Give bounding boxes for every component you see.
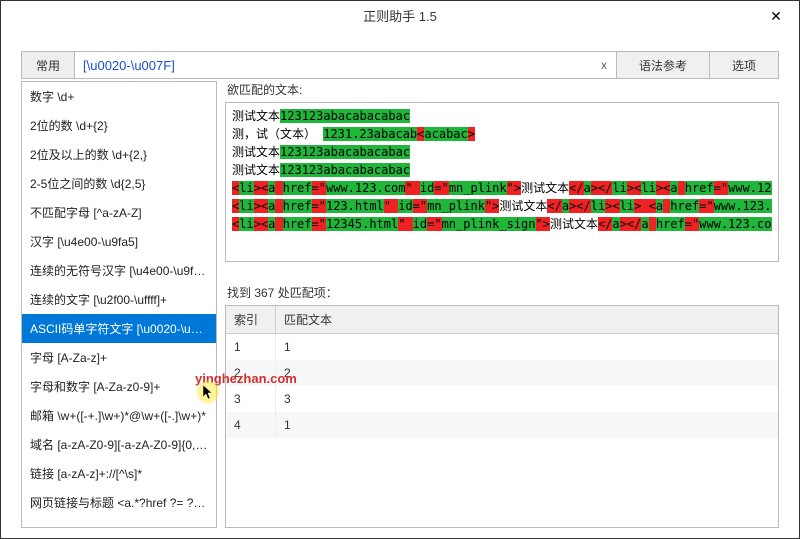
window-title: 正则助手 1.5: [363, 6, 437, 25]
text-line: 测试文本123123abacabacabac: [232, 143, 772, 161]
sidebar-item[interactable]: 字母和数字 [A-Za-z0-9]+: [22, 372, 216, 401]
sidebar-item[interactable]: 2-5位之间的数 \d{2,5}: [22, 169, 216, 198]
text-section-label: 欲匹配的文本:: [227, 81, 779, 98]
col-content: 匹配文本: [276, 306, 778, 333]
matches-count-label: 找到 367 处匹配项：: [227, 284, 779, 301]
sidebar-item[interactable]: ASCII码单字符文字 [\u0020-\u007F]: [22, 314, 216, 343]
sidebar-item[interactable]: 网页链接与标题 <a.*?href ?= ?["'](\S: [22, 488, 216, 517]
sidebar-item[interactable]: 域名 [a-zA-Z0-9][-a-zA-Z0-9]{0,62}(\.: [22, 430, 216, 459]
sidebar-item[interactable]: 不匹配字母 [^a-zA-Z]: [22, 198, 216, 227]
table-row[interactable]: 33: [226, 386, 778, 412]
main-row: 数字 \d+2位的数 \d+{2}2位及以上的数 \d+{2,}2-5位之间的数…: [21, 81, 779, 528]
matches-section: 找到 367 处匹配项： 索引 匹配文本 11223341: [225, 284, 779, 528]
pattern-sidebar[interactable]: 数字 \d+2位的数 \d+{2}2位及以上的数 \d+{2,}2-5位之间的数…: [21, 81, 217, 528]
content-area: 常用 x 语法参考 选项 数字 \d+2位的数 \d+{2}2位及以上的数 \d…: [1, 31, 799, 538]
col-index: 索引: [226, 306, 276, 333]
table-row[interactable]: 11: [226, 334, 778, 360]
text-line: 测试文本123123abacabacabac: [232, 107, 772, 125]
title-bar: 正则助手 1.5 ✕: [1, 1, 799, 31]
sidebar-item[interactable]: 数字 \d+: [22, 82, 216, 111]
sidebar-item[interactable]: 连续的文字 [\u2f00-\uffff]+: [22, 285, 216, 314]
text-line: 测，试（文本） 1231.23abacab<acabac>: [232, 125, 772, 143]
sidebar-item[interactable]: 连续的无符号汉字 [\u4e00-\u9fa5]+: [22, 256, 216, 285]
sidebar-item[interactable]: 邮箱 \w+([-+.]\w+)*@\w+([-.]\w+)*: [22, 401, 216, 430]
right-pane: 欲匹配的文本: 测试文本123123abacabacabac测，试（文本） 12…: [225, 81, 779, 528]
table-row[interactable]: 22: [226, 360, 778, 386]
text-line: <li><a href="123.html" id="mn_plink">测试文…: [232, 197, 772, 215]
sidebar-item[interactable]: 汉字 [\u4e00-\u9fa5]: [22, 227, 216, 256]
text-line: 测试文本123123abacabacabac: [232, 161, 772, 179]
clear-input-button[interactable]: x: [592, 52, 616, 78]
sidebar-item[interactable]: 2位及以上的数 \d+{2,}: [22, 140, 216, 169]
text-line: <li><a href="12345.html" id="mn_plink_si…: [232, 215, 772, 233]
regex-input[interactable]: [75, 52, 592, 78]
tab-common[interactable]: 常用: [22, 52, 75, 78]
sidebar-item[interactable]: 字母 [A-Za-z]+: [22, 343, 216, 372]
matches-table-header: 索引 匹配文本: [226, 306, 778, 334]
close-button[interactable]: ✕: [761, 5, 791, 27]
syntax-reference-button[interactable]: 语法参考: [616, 52, 709, 78]
toolbar: 常用 x 语法参考 选项: [21, 51, 779, 79]
app-window: 正则助手 1.5 ✕ 常用 x 语法参考 选项 数字 \d+2位的数 \d+{2…: [0, 0, 800, 539]
sidebar-item[interactable]: 链接 [a-zA-z]+://[^\s]*: [22, 459, 216, 488]
text-line: <li><a href="www.123.com" id="mn_plink">…: [232, 179, 772, 197]
sidebar-item[interactable]: 2位的数 \d+{2}: [22, 111, 216, 140]
table-row[interactable]: 41: [226, 412, 778, 438]
test-text-area[interactable]: 测试文本123123abacabacabac测，试（文本） 1231.23aba…: [225, 102, 779, 262]
options-button[interactable]: 选项: [709, 52, 778, 78]
matches-table: 索引 匹配文本 11223341: [225, 305, 779, 528]
